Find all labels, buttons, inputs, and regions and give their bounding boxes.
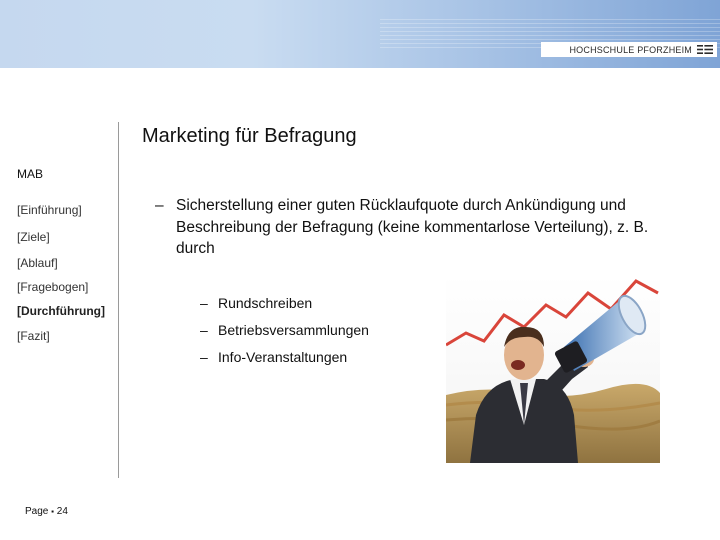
page-number: 24 bbox=[56, 506, 68, 517]
bullet-dash: – bbox=[155, 197, 164, 214]
sub-item-text: Rundschreiben bbox=[218, 295, 313, 311]
photo-illustration bbox=[446, 275, 660, 463]
nav-item-fragebogen[interactable]: [Fragebogen] bbox=[17, 280, 88, 294]
sub-item-betriebsversammlungen: – Betriebsversammlungen bbox=[200, 322, 369, 338]
nav-item-einfuehrung[interactable]: [Einführung] bbox=[17, 203, 82, 217]
nav-item-durchfuehrung[interactable]: [Durchführung] bbox=[17, 304, 105, 318]
main-bullet-text: Sicherstellung einer guten Rücklaufquote… bbox=[176, 197, 649, 257]
sub-bullet-dash: – bbox=[200, 295, 208, 311]
sub-item-text: Info-Veranstaltungen bbox=[218, 349, 348, 365]
page-label: Page bbox=[25, 506, 52, 517]
sub-item-info-veranstaltungen: – Info-Veranstaltungen bbox=[200, 349, 347, 365]
sub-bullet-dash: – bbox=[200, 322, 208, 338]
sub-item-text: Betriebsversammlungen bbox=[218, 322, 369, 338]
man-with-megaphone-photo bbox=[446, 275, 660, 463]
nav-item-ablauf[interactable]: [Ablauf] bbox=[17, 256, 58, 270]
logo-text: HOCHSCHULE PFORZHEIM bbox=[569, 44, 692, 55]
sub-bullet-dash: – bbox=[200, 349, 208, 365]
sidebar-divider bbox=[118, 122, 119, 478]
header-band bbox=[0, 0, 720, 68]
nav-item-ziele[interactable]: [Ziele] bbox=[17, 230, 50, 244]
page-number-footer: Page ▪ 24 bbox=[25, 506, 68, 517]
slide-title: Marketing für Befragung bbox=[142, 125, 357, 147]
university-logo: HOCHSCHULE PFORZHEIM bbox=[541, 42, 717, 57]
page-separator: ▪ bbox=[51, 507, 54, 516]
nav-item-fazit[interactable]: [Fazit] bbox=[17, 329, 50, 343]
sub-item-rundschreiben: – Rundschreiben bbox=[200, 295, 312, 311]
section-label: MAB bbox=[17, 167, 44, 181]
hochschule-logo-mark-icon bbox=[697, 45, 713, 54]
